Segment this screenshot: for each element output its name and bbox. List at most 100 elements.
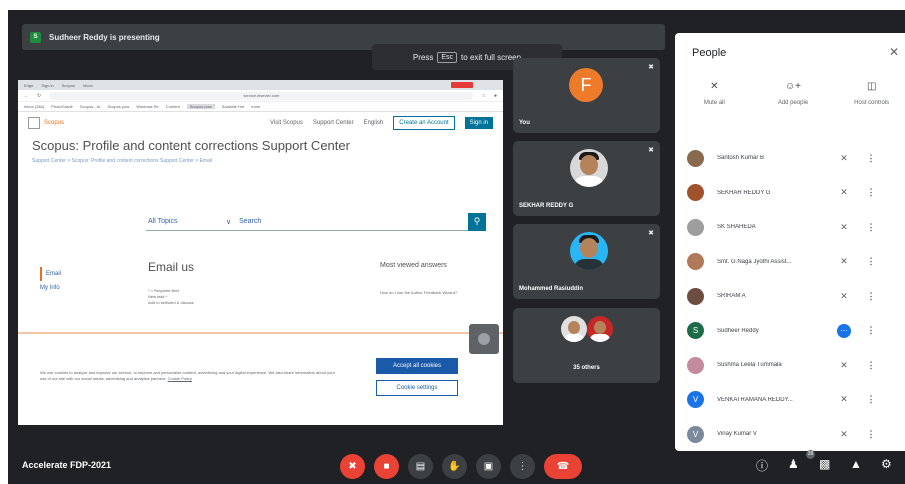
browser-toolbar: ← ↻ service.elsevier.com ☆ ● (18, 90, 503, 102)
mic-off-icon: ✖ (648, 64, 654, 71)
side-link-my-info: My Info (40, 285, 60, 291)
more-vert-icon[interactable]: ⋮ (856, 187, 886, 198)
avatar (587, 316, 613, 342)
more-vert-icon[interactable]: ⋮ (856, 429, 886, 440)
form-options: Add to selected & discuss (148, 300, 194, 305)
bookmarks-bar: Inbox (384) PhotoGrade Scopus - Ar Scopu… (18, 102, 503, 112)
avatar: V (687, 391, 704, 409)
tile-participant[interactable]: ✖ SEKHAR REDDY G (513, 141, 660, 216)
participant-name: Sudheer Reddy (717, 327, 759, 334)
avatar (570, 232, 608, 270)
mic-off-icon: ✖ (648, 230, 654, 237)
host-controls-button[interactable]: ◫ Host controls (832, 81, 905, 106)
participant-list: Santosh Kumar B ✕ ⋮ SEKHAR REDDY G ✕ ⋮ SK SHAH… (675, 141, 905, 452)
participant-row[interactable]: Sushma Leela Tummala ✕ ⋮ (675, 348, 905, 383)
bookmark: Windows Re (136, 104, 159, 109)
participant-row[interactable]: SEKHAR REDDY G ✕ ⋮ (675, 176, 905, 211)
browser-tab: Sign in (41, 82, 54, 88)
mic-off-icon[interactable]: ✕ (832, 256, 856, 267)
camera-toggle-button[interactable]: ■ (374, 454, 399, 479)
avatar: S (687, 322, 704, 340)
mic-off-icon[interactable]: ✕ (832, 394, 856, 405)
participant-row[interactable]: S Sudheer Reddy ⋯ ⋮ (675, 314, 905, 349)
more-vert-icon[interactable]: ⋮ (856, 325, 886, 336)
participant-row[interactable]: V VENKATRAMANA REDDY... ✕ ⋮ (675, 383, 905, 418)
more-options-button[interactable]: ⋮ (510, 454, 535, 479)
mic-off-icon[interactable]: ✕ (832, 360, 856, 371)
action-label: Mute all (703, 100, 725, 106)
self-view-thumbnail[interactable] (469, 324, 499, 354)
presenter-avatar: S (30, 31, 41, 43)
present-button[interactable]: ▣ (476, 454, 501, 479)
more-vert-icon[interactable]: ⋮ (856, 360, 886, 371)
participant-name: Sushma Leela Tummala (717, 362, 782, 369)
browser-tab: Edge (24, 82, 34, 88)
tile-others[interactable]: 35 others (513, 308, 660, 383)
people-panel: People ✕ ✕ Mute all ☺+ Add people ◫ Host… (675, 33, 905, 451)
mic-off-icon[interactable]: ✕ (832, 187, 856, 198)
mic-off-icon[interactable]: ✕ (832, 429, 856, 440)
participant-name: SRIRAM A (717, 293, 746, 300)
browser-tab: Inbox (82, 82, 93, 88)
bookmark: Scopus - Ar (79, 104, 101, 109)
person-add-icon: ☺+ (784, 81, 802, 92)
tile-name: You (519, 120, 530, 126)
presenting-text: Sudheer Reddy is presenting (49, 32, 160, 42)
participant-row[interactable]: SRIRAM A ✕ ⋮ (675, 279, 905, 314)
participant-row[interactable]: Santosh Kumar B ✕ ⋮ (675, 141, 905, 176)
create-account-button: Create an Account (393, 116, 455, 130)
participant-row[interactable]: SK SHAHEDA ✕ ⋮ (675, 210, 905, 245)
captions-button[interactable]: ▤ (408, 454, 433, 479)
bookmark: PhotoGrade (51, 104, 73, 109)
bookmark: Scopus pow (107, 104, 130, 109)
meet-window: S Sudheer Reddy is presenting Press Esc … (8, 10, 905, 484)
phone-hangup-icon: ☎ (556, 461, 570, 472)
most-viewed-heading: Most viewed answers (380, 262, 447, 269)
action-label: Host controls (854, 100, 890, 106)
tile-participant[interactable]: ✖ Mohammed Rasiuddin (513, 224, 660, 299)
more-vert-icon[interactable]: ⋮ (856, 153, 886, 164)
mic-off-icon: ✖ (648, 147, 654, 154)
refresh-icon: ↻ (37, 92, 42, 99)
more-vert-icon[interactable]: ⋮ (856, 256, 886, 267)
mute-all-button[interactable]: ✕ Mute all (675, 81, 754, 106)
people-icon[interactable]: ♟ (788, 457, 799, 471)
mic-toggle-button[interactable]: ✖ (340, 454, 365, 479)
speaking-icon[interactable]: ⋯ (837, 323, 851, 338)
esc-key: Esc (437, 51, 458, 63)
participant-name: Santosh Kumar B (717, 155, 765, 162)
more-vert-icon[interactable]: ⋮ (856, 222, 886, 233)
participant-name: VENKATRAMANA REDDY... (717, 396, 793, 403)
more-vert-icon[interactable]: ⋮ (856, 291, 886, 302)
more-vert-icon[interactable]: ⋮ (856, 394, 886, 405)
participant-name: SK SHAHEDA (717, 224, 756, 231)
participant-name: SEKHAR REDDY G (717, 189, 771, 196)
cookie-text: We use cookies to analyze and improve ou… (40, 370, 340, 382)
cookie-settings-button: Cookie settings (376, 380, 458, 396)
host-controls-icon[interactable]: ⚙ (881, 457, 892, 471)
activities-icon[interactable]: ▲ (850, 457, 862, 471)
bookmark: Inbox (384) (24, 104, 45, 109)
camera-off-icon: ■ (383, 461, 390, 472)
mic-off-icon[interactable]: ✕ (832, 153, 856, 164)
chat-icon[interactable]: ▩ (819, 457, 830, 471)
bookmark: Content (165, 104, 180, 109)
screenshot: S Sudheer Reddy is presenting Press Esc … (0, 0, 905, 484)
action-label: Add people (777, 100, 809, 106)
brand-name: Scopus (44, 120, 65, 126)
raise-hand-button[interactable]: ✋ (442, 454, 467, 479)
star-icon: ☆ (481, 92, 486, 99)
mic-off-icon[interactable]: ✕ (832, 222, 856, 233)
participant-row[interactable]: Smt. G.Naga Jyothi Assist... ✕ ⋮ (675, 245, 905, 280)
close-icon[interactable]: ✕ (889, 45, 899, 59)
bookmark: Scopus pow (186, 104, 215, 109)
tile-name: 35 others (573, 365, 600, 371)
participant-row[interactable]: V Vinay Kumar V ✕ ⋮ (675, 417, 905, 452)
email-heading: Email us (148, 260, 195, 274)
info-icon[interactable]: ⓘ (756, 457, 768, 474)
mic-off-icon[interactable]: ✕ (832, 291, 856, 302)
language-link: English (363, 120, 384, 126)
tile-you[interactable]: ✖ F You (513, 58, 660, 133)
leave-call-button[interactable]: ☎ (544, 454, 582, 479)
add-people-button[interactable]: ☺+ Add people (754, 81, 833, 106)
